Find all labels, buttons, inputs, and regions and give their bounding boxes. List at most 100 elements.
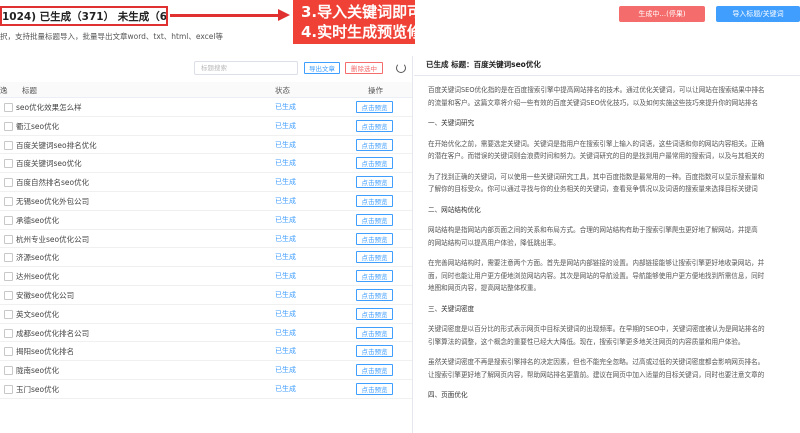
table-row[interactable]: 达州seo优化 已生成 点击预览: [0, 267, 412, 286]
generate-stop-button[interactable]: 生成中...(停果): [619, 6, 705, 22]
row-title: 英文seo优化: [16, 309, 60, 319]
row-title: seo优化效果怎么样: [16, 103, 82, 112]
table-row[interactable]: 揭阳seo优化排名 已生成 点击预览: [0, 342, 412, 362]
row-status: 已生成: [275, 384, 296, 393]
table-row[interactable]: 衢江seo优化 已生成 点击预览: [0, 117, 412, 136]
row-checkbox[interactable]: [4, 272, 13, 282]
refresh-icon[interactable]: [396, 63, 406, 73]
row-checkbox[interactable]: [4, 253, 13, 263]
preview-button[interactable]: 点击预览: [356, 119, 393, 132]
article-line: 一、关键词研究: [428, 119, 475, 127]
row-checkbox[interactable]: [4, 178, 13, 188]
preview-button[interactable]: 点击预览: [356, 288, 393, 301]
export-articles-button[interactable]: 导出文章: [304, 62, 340, 74]
row-title: 陇南seo优化: [16, 366, 60, 376]
delete-selected-button[interactable]: 删除选中: [345, 62, 383, 74]
table-row[interactable]: 百度关键词seo排名优化 已生成 点击预览: [0, 136, 412, 155]
row-title: 杭州专业seo优化公司: [16, 234, 90, 244]
row-title: 玉门seo优化: [16, 384, 60, 394]
row-checkbox[interactable]: [4, 140, 13, 150]
preview-button[interactable]: 点击预览: [356, 345, 393, 358]
article-line: 三、关键词密度: [428, 304, 475, 313]
preview-button[interactable]: 点击预览: [356, 157, 393, 170]
column-action: 操作: [368, 86, 383, 95]
row-checkbox[interactable]: [4, 384, 13, 394]
row-checkbox[interactable]: [4, 159, 13, 169]
callout-arrow-head: [278, 9, 290, 21]
row-checkbox[interactable]: [4, 234, 13, 244]
table-row[interactable]: 无锡seo优化外包公司 已生成 点击预览: [0, 192, 412, 211]
preview-button[interactable]: 点击预览: [356, 270, 393, 283]
article-body[interactable]: 百度关键词SEO优化指的是在百度搜索引擎中提高网站排名的技术。通过优化关键词，可…: [414, 76, 800, 402]
preview-button[interactable]: 点击预览: [356, 251, 393, 264]
row-title: 百度自然排名seo优化: [16, 178, 90, 188]
preview-button[interactable]: 点击预览: [356, 326, 393, 339]
row-checkbox[interactable]: [4, 309, 13, 319]
preview-button[interactable]: 点击预览: [356, 194, 393, 207]
row-checkbox[interactable]: [4, 366, 13, 376]
row-checkbox[interactable]: [4, 196, 13, 206]
article-line: 让搜索引擎更好地了解网页内容，帮助网站排名更靠前。建议在网页中加入适量的目标关键…: [428, 370, 765, 379]
article-line: 在开始优化之前，需要选定关键词。关键词是指用户在搜索引擎上输入的词语，这些词语和…: [428, 139, 765, 148]
row-checkbox[interactable]: [4, 121, 13, 131]
table-row[interactable]: 陇南seo优化 已生成 点击预览: [0, 361, 412, 380]
table-row[interactable]: 玉门seo优化 已生成 点击预览: [0, 380, 412, 399]
row-title: 无锡seo优化外包公司: [16, 196, 90, 206]
row-status: 已生成: [275, 309, 296, 318]
row-checkbox[interactable]: [4, 215, 13, 225]
callout-line-1: 3.导入关键词即可批量生成: [301, 3, 483, 21]
article-line: 二、网站结构优化: [428, 205, 481, 214]
article-line: 四、页面优化: [428, 391, 468, 399]
table-row[interactable]: seo优化效果怎么样 已生成 点击预览: [0, 98, 412, 117]
callout-line-2: 4.实时生成预览修改导出: [301, 23, 468, 41]
row-status: 已生成: [275, 234, 296, 243]
article-line: 的流量和客户。这篇文章将介绍一些有效的百度关键词SEO优化技巧，以及如何实施这些…: [428, 98, 759, 107]
title-list-panel: 标题搜索 导出文章 删除选中 逸 标题 状态 操作 seo优化效果怎么样 已生成点…: [0, 56, 413, 433]
search-input[interactable]: 标题搜索: [194, 61, 298, 75]
select-all-column: 逸: [0, 86, 8, 95]
row-checkbox[interactable]: [4, 347, 13, 357]
preview-button[interactable]: 点击预览: [356, 101, 393, 113]
table-row[interactable]: 承德seo优化 已生成 点击预览: [0, 211, 412, 230]
table-row[interactable]: 成都seo优化排名公司 已生成 点击预览: [0, 324, 412, 343]
preview-button[interactable]: 点击预览: [356, 213, 393, 226]
preview-button[interactable]: 点击预览: [356, 176, 393, 189]
article-line: 虽然关键词密度不再是搜索引擎排名的决定因素，但也不能完全忽略。过高或过低的关键词…: [428, 358, 765, 366]
column-status: 状态: [275, 86, 290, 95]
article-line: 面，同时也能让用户更方便地浏览网站内容。其次是网站的导航设置。导航能够使用户更方…: [428, 271, 765, 280]
row-checkbox[interactable]: [4, 328, 13, 338]
table-row[interactable]: 安徽seo优化公司 已生成 点击预览: [0, 286, 412, 305]
table-row[interactable]: 百度自然排名seo优化 已生成 点击预览: [0, 173, 412, 192]
article-line: 的潜在客户。而错误的关键词则会浪费时间和努力。关键词研究的目的是找到用户最常用的…: [428, 152, 765, 160]
preview-button[interactable]: 点击预览: [356, 382, 393, 395]
article-line: 了解你的目标受众。你可以通过寻找与你的业务相关的关键词，查看竞争情况以及词语的搜…: [428, 185, 758, 193]
table-row[interactable]: 杭州专业seo优化公司 已生成 点击预览: [0, 230, 412, 249]
row-status: 已生成: [275, 290, 296, 299]
row-status: 已生成: [275, 196, 296, 205]
table-row[interactable]: 济源seo优化 已生成 点击预览: [0, 248, 412, 268]
row-checkbox[interactable]: [4, 290, 13, 300]
preview-button[interactable]: 点击预览: [356, 232, 393, 245]
app-window: 1024) 已生成（371） 未生成（653） 択，支持批量标题导入，批量导出文…: [0, 0, 800, 433]
preview-button[interactable]: 点击预览: [356, 364, 393, 377]
article-heading: 已生成 标题：百度关键词seo优化: [414, 56, 800, 76]
article-line: 关键词密度是以百分比的形式表示网页中目标关键词的出现频率。在早期的SEO中，关键…: [428, 325, 765, 333]
row-title: 百度关键词seo排名优化: [16, 140, 97, 150]
callout-arrow: [170, 14, 280, 17]
preview-button[interactable]: 点击预览: [356, 307, 393, 320]
import-keywords-button[interactable]: 导入标题/关键词: [716, 6, 800, 22]
preview-button[interactable]: 点击预览: [356, 138, 393, 151]
list-toolbar: 标题搜索 导出文章 删除选中: [0, 56, 412, 82]
row-checkbox[interactable]: [4, 103, 13, 112]
table-row[interactable]: 英文seo优化 已生成 点击预览: [0, 305, 412, 324]
row-title: 成都seo优化排名公司: [16, 328, 90, 338]
row-status: 已生成: [275, 121, 296, 130]
table-row[interactable]: 百度关键词seo优化 已生成 点击预览: [0, 154, 412, 174]
row-title: 衢江seo优化: [16, 121, 60, 131]
